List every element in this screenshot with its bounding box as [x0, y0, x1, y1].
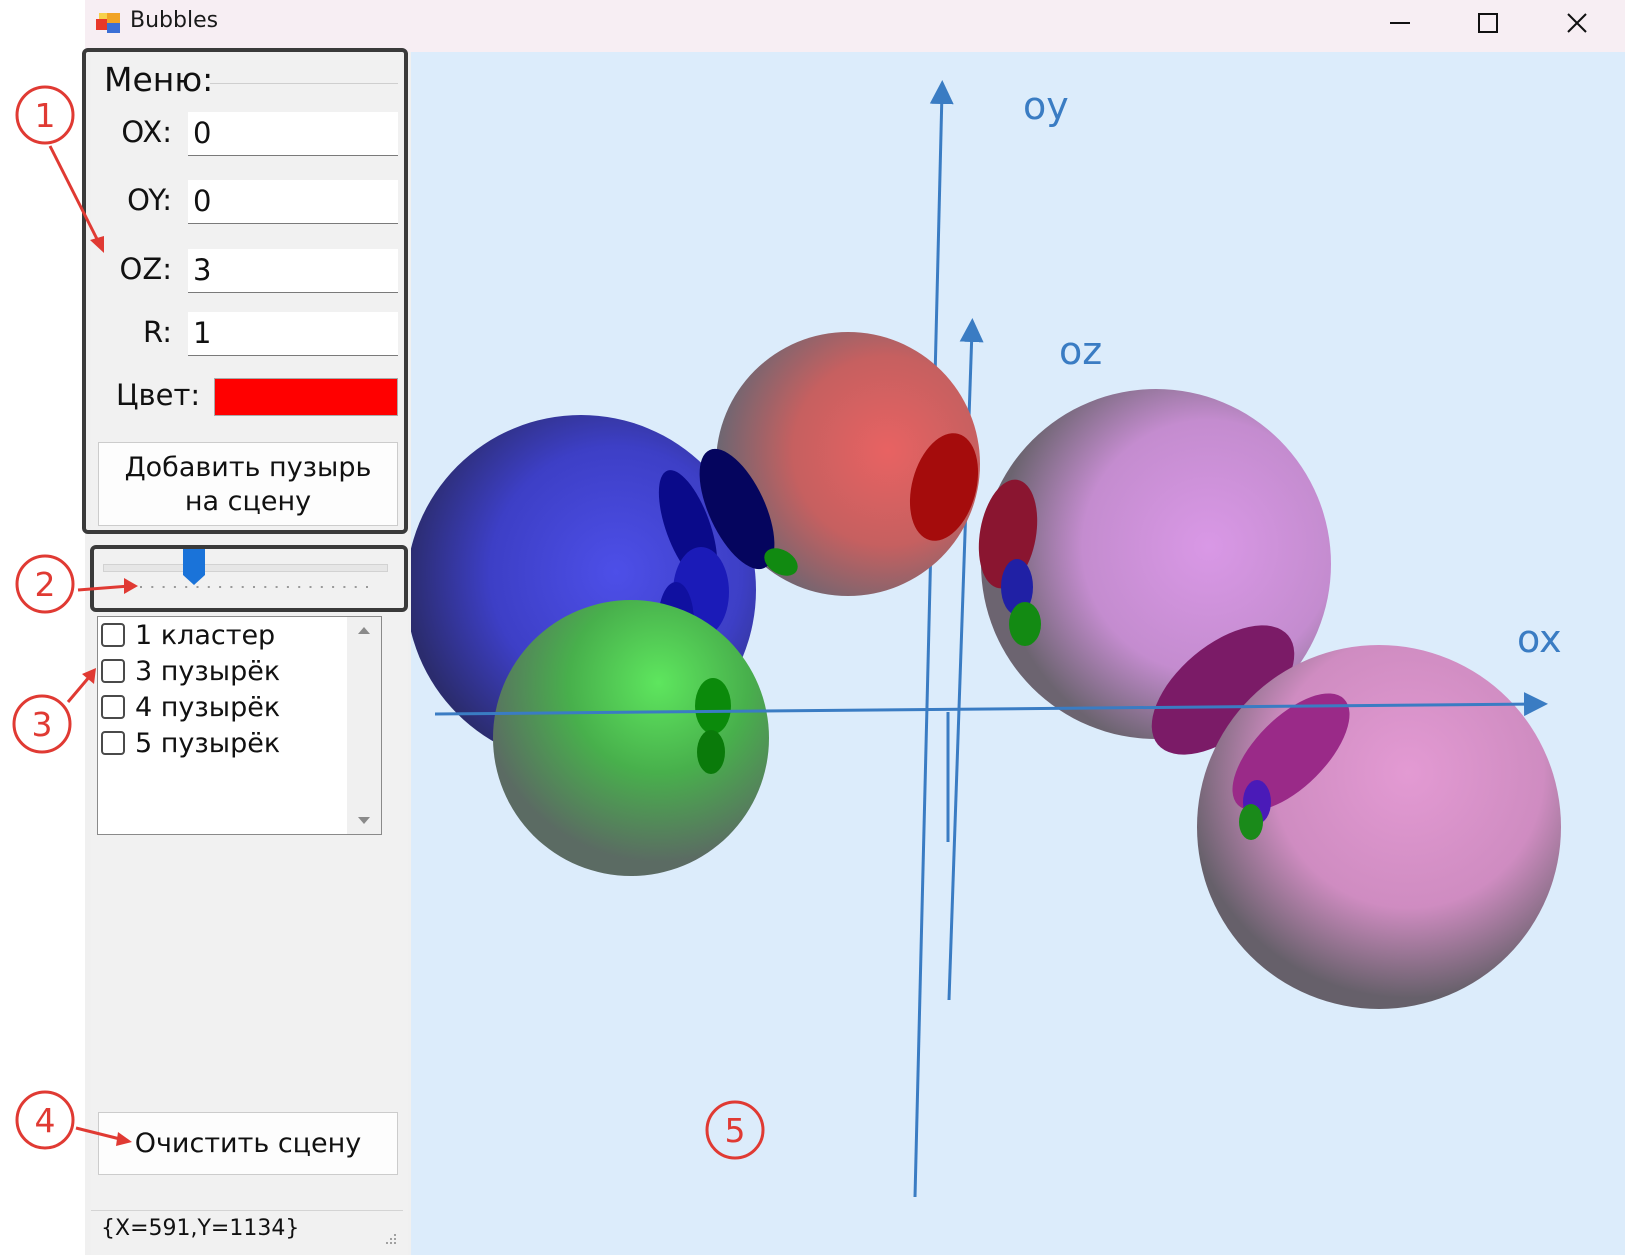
slider-thumb[interactable] — [182, 548, 206, 586]
slider-tick — [230, 586, 233, 588]
slider-callout-frame — [90, 545, 408, 612]
list-item-label: 4 пузырёк — [135, 691, 281, 723]
callout-label-1: 1 — [35, 96, 56, 135]
cursor-coordinates: {X=591,Y=1134} — [101, 1216, 300, 1241]
axis-label-oy: oy — [1023, 84, 1069, 128]
callout-label-4: 4 — [35, 1101, 56, 1140]
callout-label-2: 2 — [35, 565, 56, 604]
slider-tick — [253, 586, 255, 588]
slider-tick — [275, 586, 278, 588]
menu-divider — [210, 83, 398, 84]
color-picker[interactable] — [214, 378, 398, 416]
slider-tick — [309, 586, 312, 588]
radius-label: R: — [142, 315, 172, 349]
slider-tick — [320, 586, 323, 588]
color-label: Цвет: — [116, 378, 201, 412]
maximize-button[interactable] — [1448, 0, 1528, 45]
scroll-down-icon — [358, 817, 370, 824]
list-item-label: 5 пузырёк — [135, 727, 281, 759]
close-icon — [1567, 12, 1587, 33]
slider-tick — [241, 586, 244, 588]
list-item-label: 3 пузырёк — [135, 655, 281, 687]
oy-input[interactable]: 0 — [188, 180, 398, 224]
oy-label: OY: — [127, 183, 172, 217]
axis-label-oz: oz — [1059, 329, 1102, 373]
bubble-pink — [1197, 645, 1561, 1009]
window-title: Bubbles — [130, 8, 219, 33]
slider-tick — [298, 586, 301, 588]
callout-circle — [15, 85, 75, 145]
list-item[interactable]: 3 пузырёк — [101, 654, 280, 688]
bubble-green — [493, 600, 769, 876]
scene-canvas: oy oz ox — [406, 80, 1562, 1198]
oz-label: OZ: — [119, 252, 172, 286]
add-bubble-button-line1: Добавить пузырь — [124, 452, 372, 483]
slider-tick — [207, 586, 210, 588]
scroll-up-icon — [358, 627, 370, 634]
slider-tick — [366, 586, 368, 588]
slider-tick — [286, 586, 289, 588]
list-item-label: 1 кластер — [135, 619, 276, 651]
ox-label: OX: — [121, 115, 172, 149]
axis-label-ox: ox — [1517, 617, 1562, 661]
maximize-icon — [1478, 12, 1498, 33]
ox-input[interactable]: 0 — [188, 112, 398, 156]
list-item[interactable]: 1 кластер — [101, 618, 275, 652]
callout-circle — [15, 554, 75, 614]
radius-input[interactable]: 1 — [188, 312, 398, 356]
callout-circle — [12, 694, 72, 754]
list-item-checkbox[interactable] — [101, 731, 125, 755]
slider-tick — [162, 586, 165, 588]
listbox-scrollbar[interactable] — [347, 617, 381, 834]
slider-tick — [343, 586, 346, 588]
close-button[interactable] — [1537, 0, 1617, 45]
slider-tick — [264, 586, 267, 588]
minimize-button[interactable] — [1360, 0, 1440, 45]
callout-circle — [15, 1090, 75, 1150]
resize-grip-icon[interactable] — [384, 1232, 398, 1246]
slider-track[interactable] — [103, 564, 388, 572]
slider-tick — [332, 586, 335, 588]
minimize-icon — [1390, 21, 1410, 24]
callout-label-3: 3 — [32, 705, 53, 744]
list-item-checkbox[interactable] — [101, 695, 125, 719]
oz-input[interactable]: 3 — [188, 249, 398, 293]
add-bubble-button-line2: на сцену — [184, 486, 312, 517]
list-item[interactable]: 5 пузырёк — [101, 726, 280, 760]
slider-tick — [140, 586, 142, 588]
app-icon — [96, 13, 120, 33]
scene-viewport[interactable]: oy oz ox — [406, 52, 1625, 1255]
slider-tick — [185, 586, 188, 588]
menu-legend: Меню: — [104, 60, 214, 99]
axis-oy — [913, 80, 954, 1198]
list-item[interactable]: 4 пузырёк — [101, 690, 280, 724]
slider-ticks — [140, 586, 368, 588]
add-bubble-button[interactable]: Добавить пузырь на сцену — [98, 442, 398, 526]
slider-tick — [354, 586, 357, 588]
clear-scene-button[interactable]: Очистить сцену — [98, 1112, 398, 1175]
list-item-checkbox[interactable] — [101, 659, 125, 683]
slider-tick — [219, 586, 222, 588]
slider-tick — [196, 586, 199, 588]
slider-tick — [151, 586, 154, 588]
list-item-checkbox[interactable] — [101, 623, 125, 647]
slider-tick — [173, 586, 176, 588]
